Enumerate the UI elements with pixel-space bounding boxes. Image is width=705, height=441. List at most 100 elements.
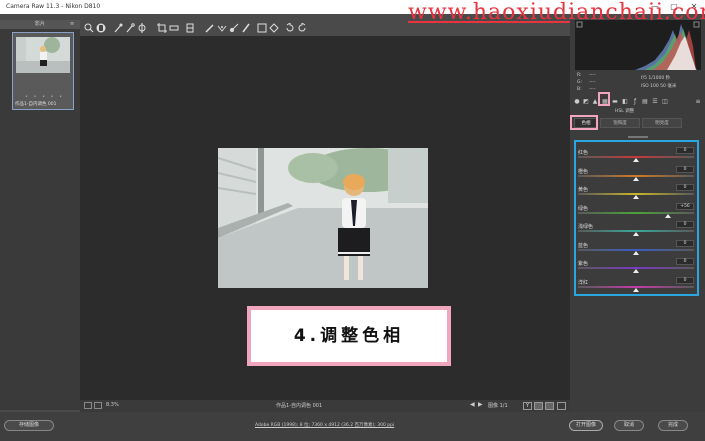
- readout-r-value: ----: [589, 73, 596, 78]
- hue-slider-row: 红色 0: [578, 147, 696, 167]
- red-eye-icon[interactable]: [217, 23, 227, 33]
- zoom-in-button[interactable]: [94, 402, 102, 409]
- tab-saturation[interactable]: 饱和度: [600, 118, 640, 128]
- straighten-icon[interactable]: [169, 23, 179, 33]
- open-image-button[interactable]: 打开图像: [569, 420, 603, 431]
- hue-slider-row: 绿色 +56: [578, 202, 696, 223]
- zoom-level[interactable]: 8.3%: [106, 402, 119, 408]
- slider-label: 蓝色: [578, 242, 589, 249]
- slider-thumb[interactable]: [633, 250, 639, 255]
- slider-thumb[interactable]: [633, 158, 639, 162]
- zoom-out-button[interactable]: [84, 402, 92, 409]
- next-image-icon[interactable]: ▶: [478, 401, 483, 408]
- copy-settings-button[interactable]: [545, 402, 554, 410]
- status-bar: 8.3% 作品1-自内调色 001 ◀ ▶ 图像 1/1 Y: [80, 400, 570, 412]
- step-caption-box: 4.调整色相: [247, 306, 451, 366]
- slider-label: 黄色: [578, 187, 589, 193]
- panel-title: HSL 调整: [615, 109, 635, 114]
- hue-slider-row: 浅绿色 0: [578, 221, 696, 241]
- slider-thumb[interactable]: [633, 232, 639, 236]
- hue-sliders-highlight: 红色 0 橙色 0 黄色 0 绿色 +56 浅绿色 0 蓝色 0 紫色 0 洋红 0: [574, 140, 699, 296]
- slider-value-field[interactable]: 0: [676, 258, 694, 265]
- readout-b-label: B:: [577, 87, 582, 92]
- slider-thumb[interactable]: [665, 213, 672, 218]
- readout-g-value: ----: [589, 80, 596, 85]
- panel-menu-icon[interactable]: ≡: [694, 97, 702, 106]
- before-after-toggle[interactable]: Y: [523, 402, 532, 410]
- status-filename: 作品1-自内调色 001: [276, 403, 323, 409]
- exposure-readout: f/5 1/1000 秒: [641, 76, 671, 81]
- snapshots-icon[interactable]: ◫: [661, 97, 669, 106]
- spot-removal-icon[interactable]: [205, 23, 215, 33]
- step-caption: 4.调整色相: [293, 326, 405, 346]
- slider-track[interactable]: [578, 211, 694, 214]
- slider-label: 红色: [578, 150, 589, 156]
- swap-settings-button[interactable]: [534, 402, 543, 410]
- hsl-icon-highlight: [598, 92, 610, 106]
- tone-curve-icon[interactable]: ◩: [582, 97, 590, 106]
- hue-slider-row: 蓝色 0: [578, 239, 696, 260]
- graduated-filter-icon[interactable]: [241, 23, 251, 33]
- preview-canvas[interactable]: 4.调整色相: [80, 36, 570, 400]
- slider-thumb[interactable]: [633, 195, 639, 199]
- image-counter: 图像 1/1: [488, 403, 508, 409]
- workflow-options-link[interactable]: Adobe RGB (1998); 8 位; 7360 x 4912 (36.2…: [255, 422, 394, 428]
- rotate-left-icon[interactable]: [285, 23, 295, 33]
- slider-label: 绿色: [578, 205, 589, 212]
- tab-luminance[interactable]: 明亮度: [642, 118, 682, 128]
- hue-slider-row: 黄色 0: [578, 184, 696, 204]
- zoom-icon[interactable]: [84, 23, 94, 33]
- transform-icon[interactable]: [185, 23, 195, 33]
- presets-icon[interactable]: ☰: [651, 97, 659, 106]
- adjustment-brush-icon[interactable]: [229, 23, 239, 33]
- panel-tabs: ● ◩ ▲ ▦ ▬ ◧ ƒ ▤ ☰ ◫ ≡: [570, 96, 705, 108]
- hand-icon[interactable]: [96, 23, 106, 33]
- white-balance-icon[interactable]: [113, 23, 123, 33]
- slider-value-field[interactable]: 0: [676, 184, 694, 191]
- filmstrip-thumbnail[interactable]: • • • • • 作品1-自内调色 001: [12, 32, 74, 110]
- toolbar: [80, 20, 570, 36]
- adjustments-panel: R: ---- G: ---- B: ---- f/5 1/1000 秒 ISO…: [570, 20, 705, 412]
- slider-value-field[interactable]: 0: [676, 221, 694, 228]
- window-title: Camera Raw 11.3 - Nikon D810: [6, 3, 101, 10]
- color-sampler-icon[interactable]: [125, 23, 135, 33]
- preferences-icon[interactable]: [269, 23, 279, 33]
- rotate-right-icon[interactable]: [297, 23, 307, 33]
- lens-corrections-icon[interactable]: ◧: [621, 97, 629, 106]
- save-image-button[interactable]: 存储图像: [4, 420, 54, 431]
- thumbnail-image: [16, 37, 70, 73]
- toggle-default-button[interactable]: [557, 402, 566, 410]
- hue-slider-row: 橙色 0: [578, 165, 696, 186]
- thumbnail-rating[interactable]: • • • • •: [25, 94, 64, 100]
- hue-tab-highlight: [570, 115, 598, 130]
- thumbnail-filename: 作品1-自内调色 001: [15, 102, 57, 107]
- targeted-adjustment-icon[interactable]: [137, 23, 147, 33]
- slider-label: 橙色: [578, 168, 589, 175]
- slider-value-field[interactable]: 0: [676, 165, 694, 173]
- calibration-icon[interactable]: ▤: [641, 97, 649, 106]
- radial-filter-icon[interactable]: [257, 23, 267, 33]
- prev-image-icon[interactable]: ◀: [470, 401, 475, 408]
- filmstrip-panel: 影片 ≡ • • • • • 作品1-自内调色 001: [0, 20, 80, 410]
- slider-value-field[interactable]: 0: [676, 147, 694, 154]
- slider-label: 洋红: [578, 279, 589, 286]
- iso-readout: ISO 100 50 毫米: [641, 84, 677, 89]
- crop-icon[interactable]: [157, 23, 167, 33]
- slider-value-field[interactable]: 0: [676, 276, 694, 284]
- slider-label: 紫色: [578, 261, 589, 267]
- filmstrip-menu-icon[interactable]: ≡: [70, 20, 78, 29]
- default-divider: [628, 136, 648, 138]
- histogram: [575, 20, 701, 70]
- slider-thumb[interactable]: [633, 176, 639, 181]
- cancel-button[interactable]: 取消: [614, 420, 644, 431]
- slider-thumb[interactable]: [633, 269, 639, 273]
- slider-thumb[interactable]: [633, 287, 639, 292]
- readout-r-label: R:: [577, 73, 582, 78]
- readout-b-value: ----: [589, 87, 596, 92]
- slider-value-field[interactable]: 0: [676, 239, 694, 247]
- slider-value-field[interactable]: +56: [676, 202, 694, 210]
- split-toning-icon[interactable]: ▬: [611, 97, 619, 106]
- effects-panel-icon[interactable]: ƒ: [631, 97, 639, 106]
- done-button[interactable]: 完成: [658, 420, 688, 431]
- basic-panel-icon[interactable]: ●: [573, 97, 581, 106]
